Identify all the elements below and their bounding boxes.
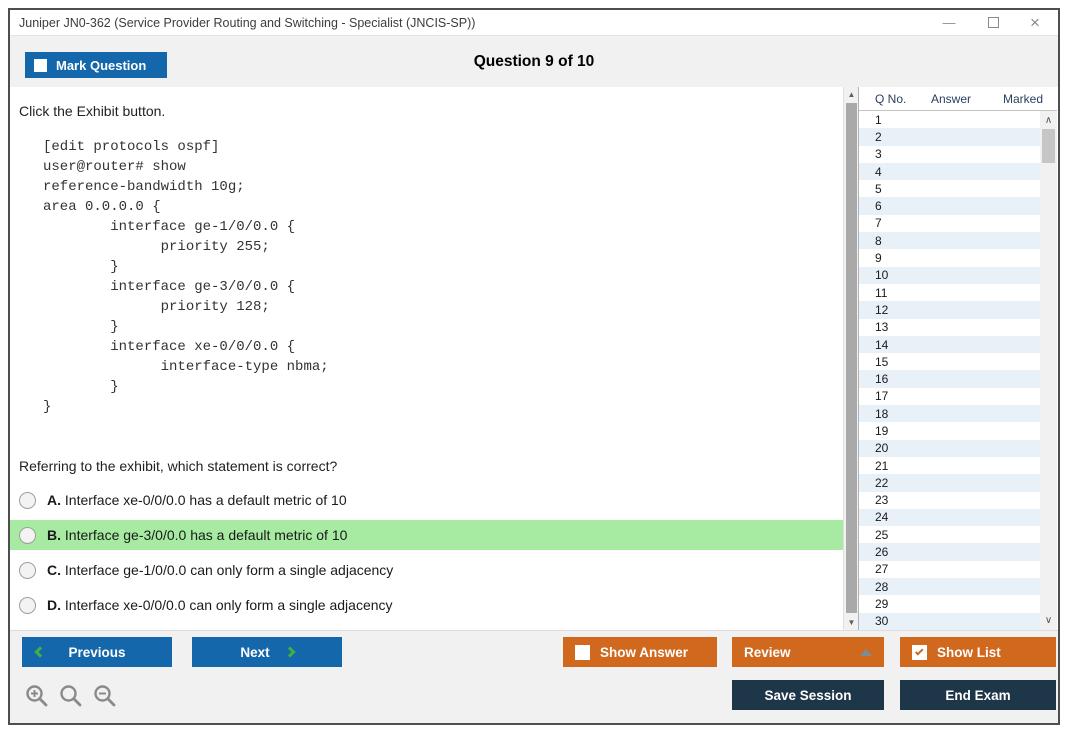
question-list-header: Q No. Answer Marked (859, 87, 1057, 111)
question-list-row[interactable]: 25 (859, 526, 1040, 543)
option-text: Interface xe-0/0/0.0 can only form a sin… (61, 597, 393, 613)
question-list-row[interactable]: 26 (859, 543, 1040, 560)
question-list-row[interactable]: 2 (859, 128, 1040, 145)
question-list-row[interactable]: 9 (859, 249, 1040, 266)
question-list-scrollbar-thumb[interactable] (1042, 129, 1055, 163)
radio-button[interactable] (19, 562, 36, 579)
scroll-up-icon[interactable]: ▲ (844, 87, 859, 102)
question-list-row[interactable]: 29 (859, 595, 1040, 612)
question-list-row[interactable]: 22 (859, 474, 1040, 491)
question-list-rows: 1234567891011121314151617181920212223242… (859, 111, 1040, 630)
footer-bar: Previous Next Show Answer Review Show Li… (10, 630, 1058, 723)
question-list-row[interactable]: 12 (859, 301, 1040, 318)
review-label: Review (744, 645, 791, 660)
save-session-button[interactable]: Save Session (732, 680, 884, 710)
question-list-row[interactable]: 15 (859, 353, 1040, 370)
end-exam-button[interactable]: End Exam (900, 680, 1056, 710)
app-window: Juniper JN0-362 (Service Provider Routin… (8, 8, 1060, 725)
column-qno: Q No. (875, 92, 906, 106)
radio-button[interactable] (19, 492, 36, 509)
option-letter: C. (47, 562, 61, 578)
question-list-row[interactable]: 16 (859, 370, 1040, 387)
question-list-row[interactable]: 3 (859, 146, 1040, 163)
list-scroll-up-icon[interactable]: ∧ (1041, 113, 1056, 128)
check-icon (915, 647, 923, 655)
save-session-label: Save Session (764, 688, 851, 703)
header-band: Mark Question Question 9 of 10 (10, 35, 1058, 87)
end-exam-label: End Exam (945, 688, 1010, 703)
question-list-row[interactable]: 14 (859, 336, 1040, 353)
maximize-icon[interactable] (976, 10, 1010, 35)
next-button[interactable]: Next (192, 637, 342, 667)
question-list-row[interactable]: 13 (859, 319, 1040, 336)
zoom-out-icon[interactable] (92, 683, 118, 709)
question-list-row[interactable]: 30 (859, 613, 1040, 630)
zoom-tools (24, 683, 118, 709)
answer-option-d[interactable]: D. Interface xe-0/0/0.0 can only form a … (10, 590, 843, 620)
main-scrollbar[interactable]: ▲ ▼ (843, 87, 858, 630)
previous-label: Previous (68, 645, 125, 660)
question-list-row[interactable]: 18 (859, 405, 1040, 422)
options: A. Interface xe-0/0/0.0 has a default me… (10, 485, 843, 625)
triangle-up-icon (860, 649, 872, 656)
answer-option-a[interactable]: A. Interface xe-0/0/0.0 has a default me… (10, 485, 843, 515)
chevron-left-icon (34, 646, 45, 657)
question-list-row[interactable]: 5 (859, 180, 1040, 197)
show-answer-button[interactable]: Show Answer (563, 637, 717, 667)
question-list-row[interactable]: 21 (859, 457, 1040, 474)
previous-button[interactable]: Previous (22, 637, 172, 667)
option-letter: D. (47, 597, 61, 613)
radio-button[interactable] (19, 527, 36, 544)
chevron-right-icon (284, 646, 295, 657)
question-list-row[interactable]: 23 (859, 492, 1040, 509)
option-text: Interface ge-1/0/0.0 can only form a sin… (61, 562, 393, 578)
column-marked: Marked (1003, 92, 1043, 106)
next-label: Next (240, 645, 269, 660)
question-text: Referring to the exhibit, which statemen… (19, 458, 337, 474)
title-bar: Juniper JN0-362 (Service Provider Routin… (10, 10, 1058, 35)
question-list-scrollbar[interactable]: ∧ ∨ (1040, 111, 1057, 630)
option-text: Interface xe-0/0/0.0 has a default metri… (61, 492, 347, 508)
question-list-row[interactable]: 24 (859, 509, 1040, 526)
show-answer-label: Show Answer (600, 645, 688, 660)
question-list-row[interactable]: 1 (859, 111, 1040, 128)
question-list-row[interactable]: 8 (859, 232, 1040, 249)
main-scrollbar-thumb[interactable] (846, 103, 857, 613)
window-title: Juniper JN0-362 (Service Provider Routin… (19, 16, 475, 30)
list-scroll-down-icon[interactable]: ∨ (1041, 613, 1056, 628)
show-list-label: Show List (937, 645, 1001, 660)
close-icon[interactable]: × (1018, 10, 1052, 35)
maximize-box (988, 17, 999, 28)
review-button[interactable]: Review (732, 637, 884, 667)
scroll-down-icon[interactable]: ▼ (844, 615, 859, 630)
exhibit-code: [edit protocols ospf] user@router# show … (43, 137, 329, 417)
show-answer-checkbox[interactable] (575, 645, 590, 660)
question-list-row[interactable]: 4 (859, 163, 1040, 180)
radio-button[interactable] (19, 597, 36, 614)
zoom-in-icon[interactable] (24, 683, 50, 709)
zoom-reset-icon[interactable] (58, 683, 84, 709)
exhibit-instruction: Click the Exhibit button. (19, 103, 165, 119)
question-list-row[interactable]: 17 (859, 388, 1040, 405)
question-list-row[interactable]: 10 (859, 267, 1040, 284)
option-text: Interface ge-3/0/0.0 has a default metri… (61, 527, 347, 543)
answer-option-b[interactable]: B. Interface ge-3/0/0.0 has a default me… (10, 520, 843, 550)
question-list-row[interactable]: 27 (859, 561, 1040, 578)
question-list-row[interactable]: 20 (859, 440, 1040, 457)
option-letter: A. (47, 492, 61, 508)
question-list-row[interactable]: 11 (859, 284, 1040, 301)
question-list-panel: Q No. Answer Marked 12345678910111213141… (858, 87, 1056, 630)
option-letter: B. (47, 527, 61, 543)
question-list-row[interactable]: 28 (859, 578, 1040, 595)
question-panel: Click the Exhibit button. [edit protocol… (10, 87, 843, 630)
question-counter: Question 9 of 10 (10, 53, 1058, 71)
question-list-row[interactable]: 6 (859, 197, 1040, 214)
show-list-button[interactable]: Show List (900, 637, 1056, 667)
question-list-row[interactable]: 19 (859, 422, 1040, 439)
question-list-row[interactable]: 7 (859, 215, 1040, 232)
minimize-icon[interactable]: — (932, 10, 966, 35)
column-answer: Answer (931, 92, 971, 106)
show-list-checkbox[interactable] (912, 645, 927, 660)
answer-option-c[interactable]: C. Interface ge-1/0/0.0 can only form a … (10, 555, 843, 585)
